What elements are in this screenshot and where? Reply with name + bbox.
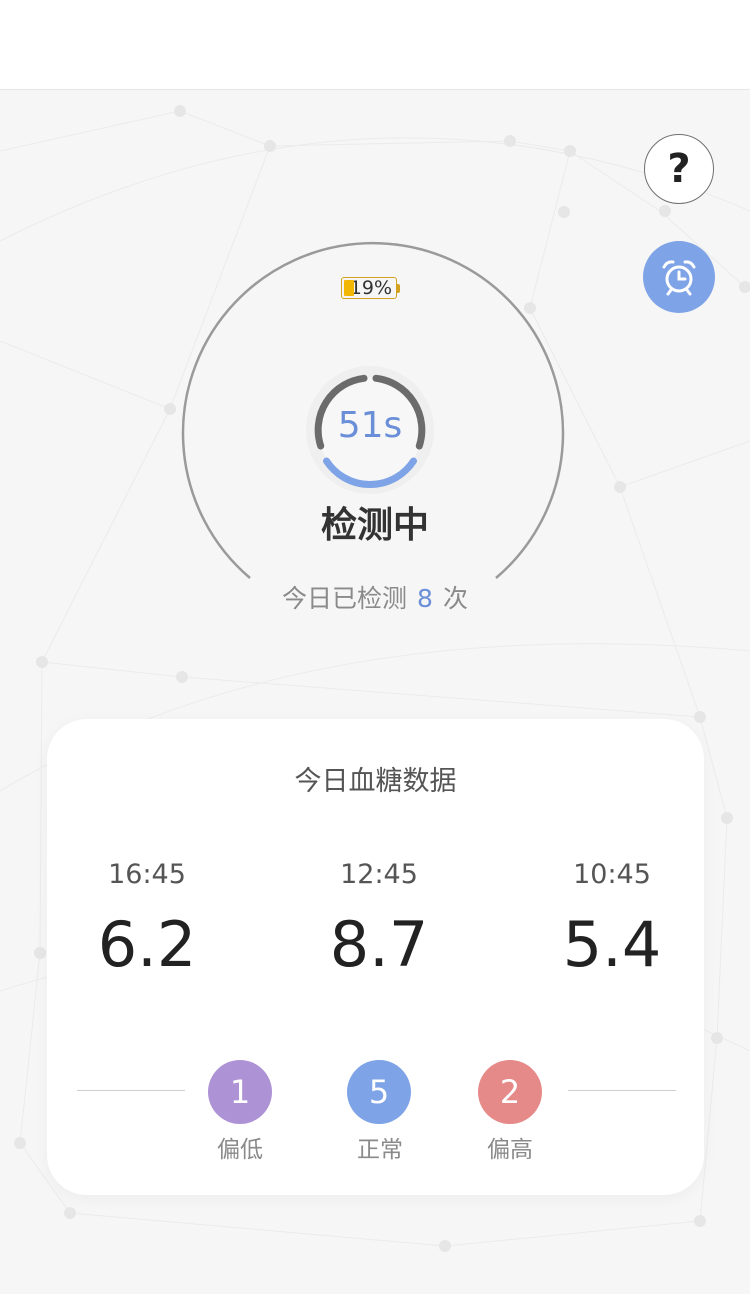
today-detection-count: 今日已检测 8 次 [0, 579, 750, 615]
battery-fill [344, 280, 354, 296]
countdown-seconds: 51s [337, 405, 403, 446]
reading-value: 8.7 [329, 908, 429, 981]
reading-item[interactable]: 10:45 5.4 [512, 859, 712, 981]
low-count-badge[interactable]: 1 [208, 1060, 272, 1124]
detection-status: 检测中 [320, 505, 429, 546]
alarm-clock-icon [662, 260, 696, 296]
help-button[interactable]: ? [644, 134, 714, 204]
count-number: 8 [417, 584, 433, 613]
battery-percent: 19% [349, 277, 392, 299]
divider-right [568, 1090, 676, 1091]
normal-label: 正常 [357, 1137, 403, 1163]
top-bar [0, 0, 750, 90]
reading-value: 5.4 [562, 908, 662, 981]
high-label: 偏高 [487, 1137, 533, 1163]
reading-time: 16:45 [108, 859, 186, 890]
alarm-button[interactable] [643, 241, 715, 313]
normal-count-badge[interactable]: 5 [347, 1060, 411, 1124]
battery-icon: 19% [341, 277, 397, 299]
today-glucose-card: 今日血糖数据 16:45 6.2 12:45 8.7 10:45 5.4 1 5… [47, 719, 704, 1195]
battery-indicator: 19% [341, 277, 400, 299]
reading-item[interactable]: 16:45 6.2 [47, 859, 247, 981]
reading-time: 12:45 [340, 859, 418, 890]
count-prefix: 今日已检测 [282, 584, 408, 613]
battery-tip [397, 283, 400, 293]
reading-value: 6.2 [97, 908, 197, 981]
reading-item[interactable]: 12:45 8.7 [279, 859, 479, 981]
card-title: 今日血糖数据 [294, 766, 457, 797]
reading-time: 10:45 [573, 859, 651, 890]
divider-left [77, 1090, 185, 1091]
high-count-badge[interactable]: 2 [478, 1060, 542, 1124]
question-mark-icon: ? [667, 146, 691, 192]
low-label: 偏低 [217, 1137, 263, 1163]
count-suffix: 次 [442, 584, 468, 613]
